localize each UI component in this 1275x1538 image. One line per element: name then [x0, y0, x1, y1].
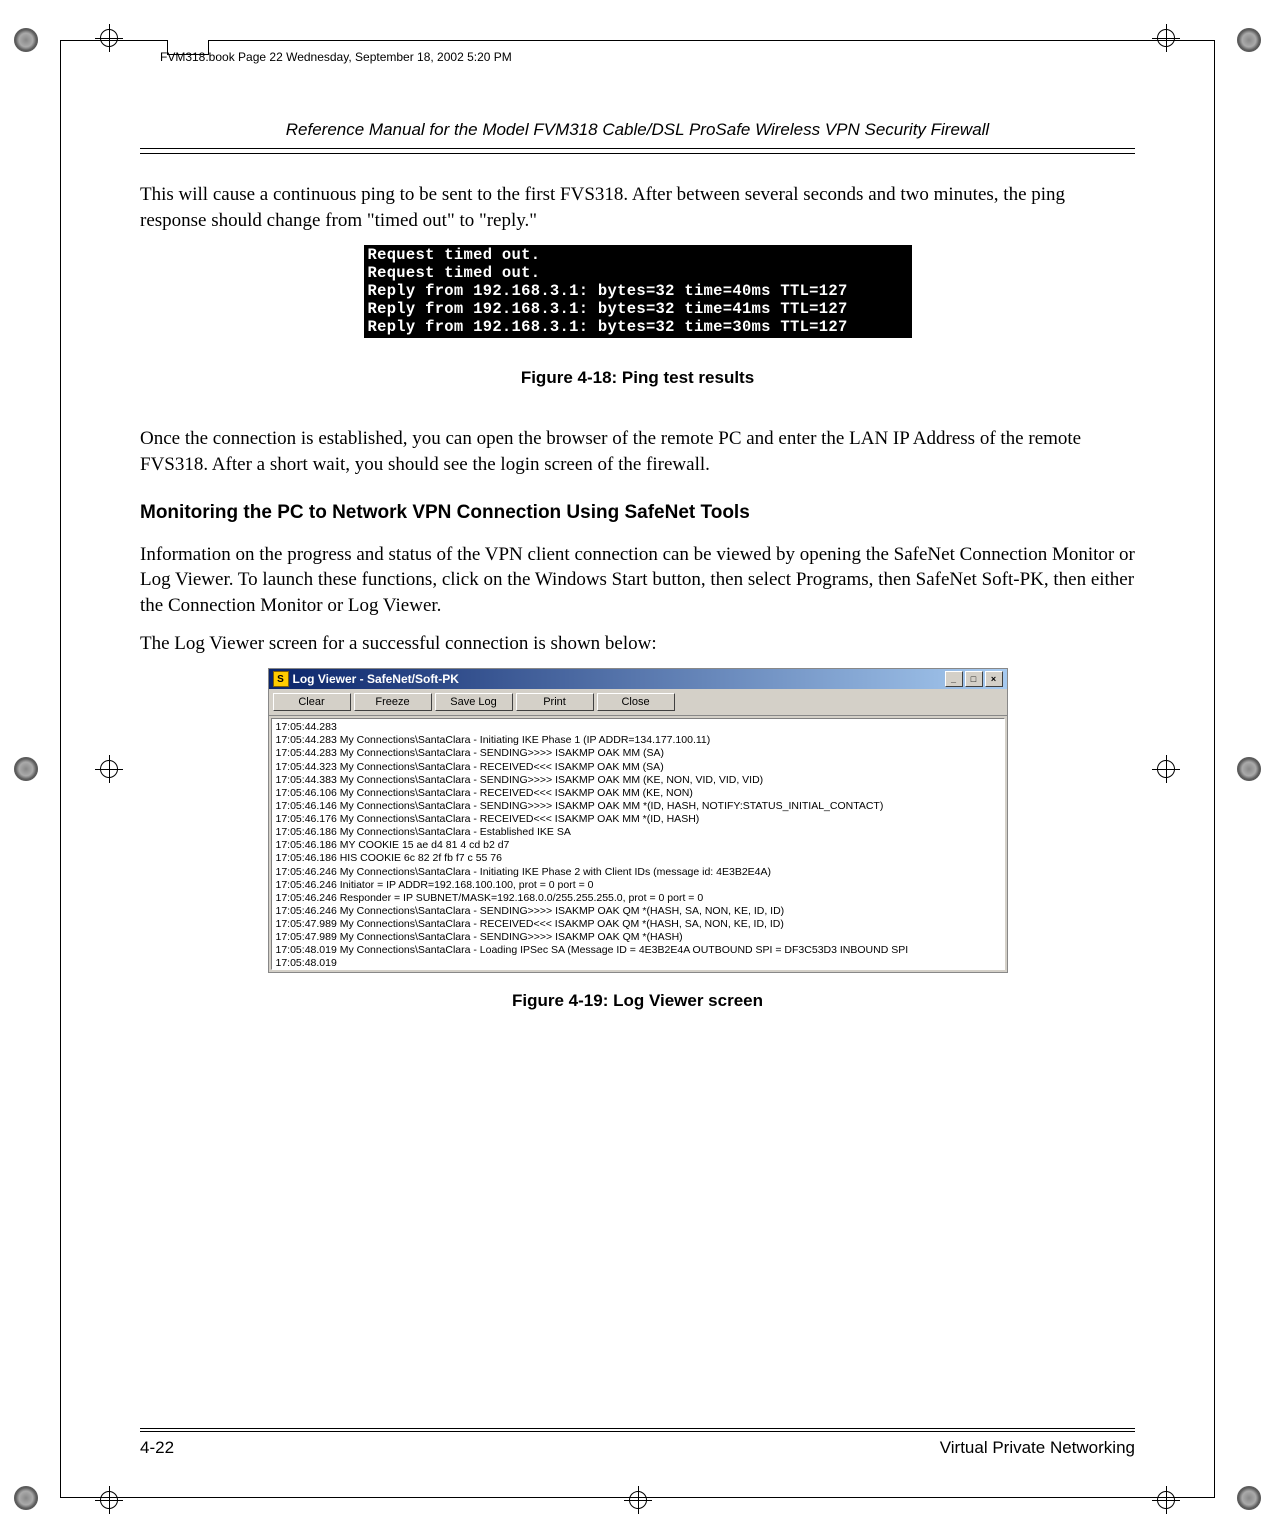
log-viewer-log-area[interactable]: 17:05:44.28317:05:44.283 My Connections\… — [271, 718, 1005, 970]
crop-mark-icon — [14, 28, 38, 52]
log-line: 17:05:44.323 My Connections\SantaClara -… — [276, 761, 1000, 774]
log-line: 17:05:46.106 My Connections\SantaClara -… — [276, 787, 1000, 800]
log-line: 17:05:44.283 My Connections\SantaClara -… — [276, 747, 1000, 760]
paragraph: The Log Viewer screen for a successful c… — [140, 631, 1135, 657]
page-footer: 4-22 Virtual Private Networking — [140, 1428, 1135, 1458]
crop-mark-icon — [14, 1486, 38, 1510]
log-viewer-titlebar: S Log Viewer - SafeNet/Soft-PK _ □ × — [269, 669, 1007, 689]
log-line: 17:05:46.246 Responder = IP SUBNET/MASK=… — [276, 892, 1000, 905]
log-line: 17:05:47.989 My Connections\SantaClara -… — [276, 918, 1000, 931]
crop-mark-icon — [1237, 28, 1261, 52]
log-viewer-toolbar: Clear Freeze Save Log Print Close — [269, 689, 1007, 716]
book-meta-text: FVM318.book Page 22 Wednesday, September… — [160, 50, 512, 64]
log-line: 17:05:44.283 My Connections\SantaClara -… — [276, 734, 1000, 747]
clear-button[interactable]: Clear — [273, 693, 351, 711]
log-line: 17:05:44.283 — [276, 721, 1000, 734]
log-line: 17:05:44.383 My Connections\SantaClara -… — [276, 774, 1000, 787]
running-header: Reference Manual for the Model FVM318 Ca… — [140, 120, 1135, 149]
safenet-app-icon: S — [273, 671, 289, 687]
log-line: 17:05:46.246 My Connections\SantaClara -… — [276, 905, 1000, 918]
paragraph: Once the connection is established, you … — [140, 426, 1135, 477]
page-content: Reference Manual for the Model FVM318 Ca… — [140, 120, 1135, 1458]
close-button[interactable]: Close — [597, 693, 675, 711]
log-line: 17:05:46.186 HIS COOKIE 6c 82 2f fb f7 c… — [276, 852, 1000, 865]
crop-mark-icon — [14, 757, 38, 781]
crop-mark-icon — [1237, 1486, 1261, 1510]
minimize-button[interactable]: _ — [945, 671, 963, 687]
log-line: 17:05:47.989 My Connections\SantaClara -… — [276, 931, 1000, 944]
close-window-button[interactable]: × — [985, 671, 1003, 687]
log-line: 17:05:46.176 My Connections\SantaClara -… — [276, 813, 1000, 826]
chapter-title: Virtual Private Networking — [940, 1438, 1135, 1458]
save-log-button[interactable]: Save Log — [435, 693, 513, 711]
log-line: 17:05:46.246 Initiator = IP ADDR=192.168… — [276, 879, 1000, 892]
header-rule — [140, 153, 1135, 154]
paragraph: This will cause a continuous ping to be … — [140, 182, 1135, 233]
log-line: 17:05:46.246 My Connections\SantaClara -… — [276, 866, 1000, 879]
log-viewer-window: S Log Viewer - SafeNet/Soft-PK _ □ × Cle… — [268, 668, 1008, 973]
log-line: 17:05:48.019 My Connections\SantaClara -… — [276, 944, 1000, 957]
log-line: 17:05:48.019 — [276, 957, 1000, 970]
print-button[interactable]: Print — [516, 693, 594, 711]
section-heading: Monitoring the PC to Network VPN Connect… — [140, 502, 1135, 524]
log-line: 17:05:46.146 My Connections\SantaClara -… — [276, 800, 1000, 813]
page-number: 4-22 — [140, 1438, 174, 1458]
figure-caption-4-19: Figure 4-19: Log Viewer screen — [140, 991, 1135, 1011]
log-viewer-title: Log Viewer - SafeNet/Soft-PK — [293, 672, 459, 686]
paragraph: Information on the progress and status o… — [140, 542, 1135, 619]
log-line: 17:05:46.186 My Connections\SantaClara -… — [276, 826, 1000, 839]
figure-caption-4-18: Figure 4-18: Ping test results — [140, 368, 1135, 388]
maximize-button[interactable]: □ — [965, 671, 983, 687]
ping-terminal-output: Request timed out. Request timed out. Re… — [364, 245, 912, 338]
freeze-button[interactable]: Freeze — [354, 693, 432, 711]
log-line: 17:05:46.186 MY COOKIE 15 ae d4 81 4 cd … — [276, 839, 1000, 852]
crop-mark-icon — [1237, 757, 1261, 781]
